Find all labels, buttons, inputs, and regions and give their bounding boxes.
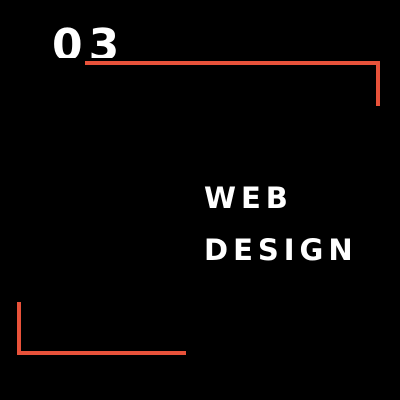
- title-line-design: DESIGN: [204, 233, 358, 267]
- top-right-corner-bracket: [85, 61, 380, 106]
- section-cover: 03 WEB DESIGN: [0, 0, 400, 400]
- title-line-web: WEB: [204, 181, 293, 215]
- bottom-left-corner-bracket: [17, 302, 186, 355]
- section-number: 03: [52, 22, 120, 59]
- section-number-clip: 03: [50, 22, 120, 59]
